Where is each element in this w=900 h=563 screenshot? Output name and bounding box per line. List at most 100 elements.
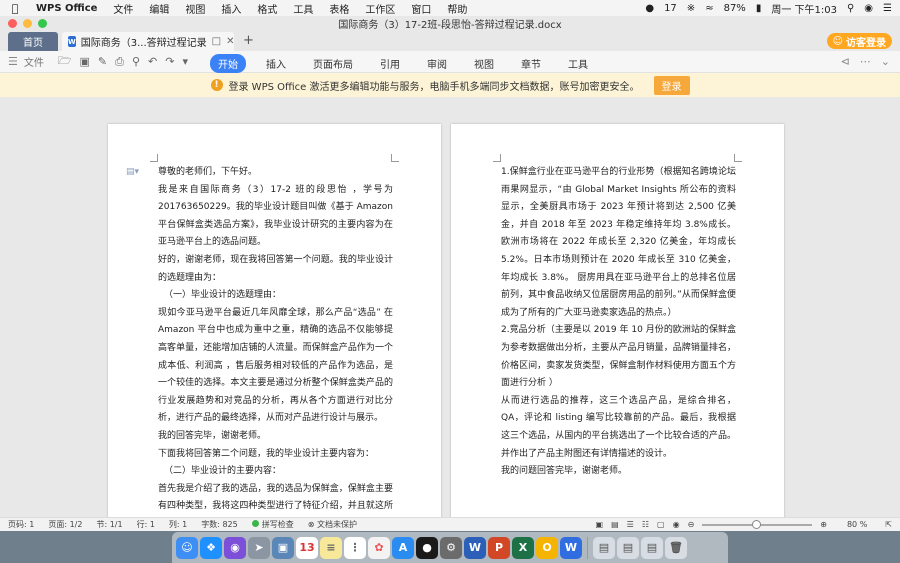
clock[interactable]: 周一 下午1:03 <box>771 1 837 16</box>
focus-mode-icon[interactable]: ▣ <box>596 520 604 529</box>
page-1-text[interactable]: 尊敬的老师们，下午好。 我是来自国际商务（3）17-2 班的段思怡 ，学号为 2… <box>158 164 393 517</box>
bluetooth-icon[interactable]: ※ <box>687 3 695 14</box>
user-icon[interactable]: ◉ <box>864 3 873 14</box>
reading-mode-icon[interactable]: ▢ <box>657 520 665 529</box>
close-window-button[interactable] <box>8 19 17 28</box>
guest-login-button[interactable]: ☺ 访客登录 <box>826 33 892 49</box>
unknown-app-icon[interactable]: O <box>536 536 558 559</box>
screenshot-icon[interactable]: ▤ <box>641 536 663 559</box>
paragraph: 1.保鲜盒行业在亚马逊平台的行业形势（根据知名跨境论坛雨果网显示，“由 Glob… <box>501 167 736 318</box>
control-center-icon[interactable]: ☰ <box>883 3 892 14</box>
powerpoint-icon[interactable]: P <box>488 536 510 559</box>
siri-icon[interactable]: ◉ <box>224 536 246 559</box>
doc-protect-status[interactable]: ⊗ 文档未保护 <box>308 519 357 530</box>
battery-icon[interactable]: ▮ <box>756 3 762 14</box>
customize-quick-access-icon[interactable]: ▾ <box>182 55 188 68</box>
add-tab-button[interactable]: + <box>243 33 254 48</box>
status-page-number[interactable]: 页码: 1 <box>8 519 34 530</box>
navigation-pane-icon[interactable]: ▤▾ <box>126 167 139 177</box>
zoom-level[interactable]: 80 % <box>847 520 867 529</box>
outline-view-icon[interactable]: ☰ <box>627 520 634 529</box>
minimize-window-button[interactable] <box>23 19 32 28</box>
notes-icon[interactable]: ≡ <box>320 536 342 559</box>
trash-icon[interactable]: 🗑 <box>665 536 687 559</box>
document-page-2[interactable]: 1.保鲜盒行业在亚马逊平台的行业形势（根据知名跨境论坛雨果网显示，“由 Glob… <box>451 124 784 517</box>
print-icon[interactable]: ⎙ <box>115 55 124 69</box>
ribbon-tab-references[interactable]: 引用 <box>380 56 400 71</box>
reminders-icon[interactable]: ⋮ <box>344 536 366 559</box>
tab-float-icon[interactable]: □ <box>212 36 221 47</box>
stack-icon[interactable]: ▤ <box>617 536 639 559</box>
menu-workspace[interactable]: 工作区 <box>365 1 395 16</box>
search-icon[interactable]: ⚲ <box>847 3 854 14</box>
zoom-window-button[interactable] <box>38 19 47 28</box>
photos-icon[interactable]: ✿ <box>368 536 390 559</box>
undo-icon[interactable]: ↶ <box>148 55 157 68</box>
ribbon-tab-home[interactable]: 开始 <box>210 54 246 73</box>
menu-help[interactable]: 帮助 <box>447 1 467 16</box>
qq-icon[interactable]: ● <box>416 536 438 559</box>
tab-home[interactable]: 首页 <box>8 32 58 51</box>
word-icon[interactable]: W <box>464 536 486 559</box>
login-button[interactable]: 登录 <box>653 75 690 95</box>
ribbon-tab-page-layout[interactable]: 页面布局 <box>313 56 353 71</box>
ribbon-tab-insert[interactable]: 插入 <box>266 56 286 71</box>
hamburger-menu-icon[interactable]: ☰ <box>8 55 18 68</box>
calendar-icon[interactable]: 13 <box>296 536 318 559</box>
finder-icon[interactable]: ☺ <box>176 536 198 559</box>
menu-file[interactable]: 文件 <box>113 1 133 16</box>
print-preview-icon[interactable]: ⚲ <box>132 55 140 68</box>
menu-format[interactable]: 格式 <box>257 1 277 16</box>
more-icon[interactable]: ⋯ <box>860 55 871 68</box>
doc-protect-label: 文档未保护 <box>317 520 357 529</box>
appstore-icon[interactable]: A <box>392 536 414 559</box>
zoom-out-icon[interactable]: ⊖ <box>688 520 695 529</box>
ribbon-tab-tools[interactable]: 工具 <box>568 56 588 71</box>
settings-icon[interactable]: ⚙ <box>440 536 462 559</box>
eye-protection-icon[interactable]: ◉ <box>673 520 680 529</box>
menu-insert[interactable]: 插入 <box>221 1 241 16</box>
zoom-in-icon[interactable]: ⊕ <box>820 520 827 529</box>
paragraph: （一）毕业设计的选题理由： <box>164 290 282 301</box>
web-view-icon[interactable]: ☷ <box>642 520 649 529</box>
preview-icon[interactable]: ▣ <box>272 536 294 559</box>
menu-app-name[interactable]: WPS Office <box>36 3 97 14</box>
page-2-text[interactable]: 1.保鲜盒行业在亚马逊平台的行业形势（根据知名跨境论坛雨果网显示，“由 Glob… <box>501 164 736 481</box>
open-folder-icon[interactable]: 🗁 <box>58 52 72 71</box>
apple-icon[interactable]:  <box>8 2 22 15</box>
save-icon[interactable]: ▣ <box>80 55 90 68</box>
qq-status-icon[interactable]: ● <box>645 3 654 14</box>
zoom-slider-knob[interactable] <box>751 519 761 529</box>
wps-icon[interactable]: W <box>560 536 582 559</box>
document-page-1[interactable]: 尊敬的老师们，下午好。 我是来自国际商务（3）17-2 班的段思怡 ，学号为 2… <box>108 124 441 517</box>
safari-icon[interactable]: ❖ <box>200 536 222 559</box>
status-page-count[interactable]: 页面: 1/2 <box>48 519 82 530</box>
menu-tools[interactable]: 工具 <box>293 1 313 16</box>
launchpad-icon[interactable]: ➤ <box>248 536 270 559</box>
menu-view[interactable]: 视图 <box>185 1 205 16</box>
tab-document[interactable]: W 国际商务（3...答辩过程记录 □ ✕ <box>62 32 234 51</box>
ribbon-tab-view[interactable]: 视图 <box>474 56 494 71</box>
ribbon-tab-chapter[interactable]: 章节 <box>521 56 541 71</box>
toolbar: ☰ 文件 🗁 ▣ ✎ ⎙ ⚲ ↶ ↷ ▾ 开始 插入 页面布局 引用 审阅 视图… <box>0 51 900 73</box>
status-word-count[interactable]: 字数: 825 <box>201 519 238 530</box>
zoom-slider[interactable] <box>702 519 813 529</box>
collapse-ribbon-icon[interactable]: ⌄ <box>881 55 890 68</box>
wifi-icon[interactable]: ≈ <box>705 3 713 14</box>
file-menu-button[interactable]: 文件 <box>24 54 44 69</box>
share-icon[interactable]: ⊲ <box>841 55 850 68</box>
menu-table[interactable]: 表格 <box>329 1 349 16</box>
close-tab-icon[interactable]: ✕ <box>226 36 234 47</box>
status-section[interactable]: 节: 1/1 <box>96 519 122 530</box>
menu-window[interactable]: 窗口 <box>411 1 431 16</box>
spellcheck-status[interactable]: 拼写检查 <box>251 519 294 530</box>
toolbar-right: ⊲ ⋯ ⌄ <box>841 55 890 68</box>
redo-icon[interactable]: ↷ <box>165 55 174 68</box>
ribbon-tab-review[interactable]: 审阅 <box>427 56 447 71</box>
page-view-icon[interactable]: ▤ <box>611 520 619 529</box>
format-painter-icon[interactable]: ✎ <box>98 55 107 68</box>
fit-window-icon[interactable]: ⇱ <box>885 520 892 529</box>
downloads-icon[interactable]: ▤ <box>593 536 615 559</box>
excel-icon[interactable]: X <box>512 536 534 559</box>
menu-edit[interactable]: 编辑 <box>149 1 169 16</box>
